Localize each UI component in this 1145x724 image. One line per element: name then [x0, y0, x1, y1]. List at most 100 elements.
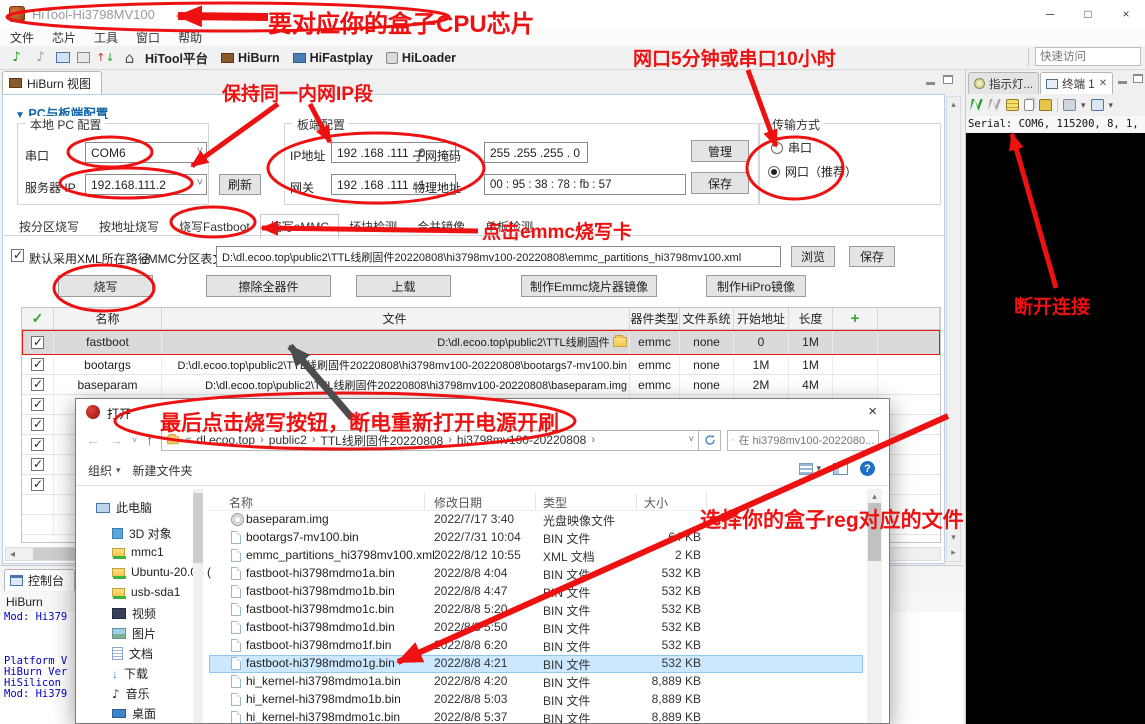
tree-item-music[interactable]: ♪音乐: [112, 685, 150, 702]
menu-chip[interactable]: 芯片: [52, 29, 76, 46]
preview-pane-icon[interactable]: [833, 463, 848, 475]
mac-input[interactable]: 00 : 95 : 38 : 78 : fb : 57: [484, 174, 686, 195]
xml-save-button[interactable]: 保存: [849, 246, 895, 267]
browse-button[interactable]: 浏览: [791, 246, 835, 267]
row-checkbox[interactable]: [31, 336, 44, 349]
toolbar-link-hiburn[interactable]: HiBurn: [221, 51, 280, 65]
col-name[interactable]: 名称: [54, 308, 162, 329]
file-row[interactable]: fastboot-hi3798mdmo1f.bin2022/8/8 6:20BI…: [209, 637, 863, 655]
scroll-corner-icon[interactable]: ▸: [947, 547, 960, 558]
breadcrumb-item[interactable]: TTL线刷固件20220808: [320, 432, 443, 449]
make-hipro-image-button[interactable]: 制作HiPro镜像: [706, 275, 806, 297]
disconnect-icon[interactable]: ♪: [32, 49, 49, 66]
file-row[interactable]: hi_kernel-hi3798mdmo1a.bin2022/8/8 4:20B…: [209, 673, 863, 691]
menu-file[interactable]: 文件: [10, 29, 34, 46]
toolbar-link-hitool[interactable]: HiTool平台: [145, 48, 208, 67]
erase-all-button[interactable]: 擦除全器件: [206, 275, 331, 297]
upload-button[interactable]: 上载: [356, 275, 451, 297]
toolbar-link-hiloader[interactable]: HiLoader: [386, 51, 456, 65]
check-all-icon[interactable]: ✓: [32, 310, 44, 327]
table-row-baseparam[interactable]: baseparam D:\dl.ecoo.top\public2\TTL线刷固件…: [22, 375, 940, 395]
tree-item-pictures[interactable]: 图片: [112, 625, 156, 642]
terminal-clear-icon[interactable]: [1006, 99, 1019, 111]
dialog-close-icon[interactable]: ×: [868, 403, 877, 420]
row-checkbox[interactable]: [31, 398, 44, 411]
toolbar-link-hifastplay[interactable]: HiFastplay: [293, 51, 373, 65]
serial-port-combo[interactable]: COM6: [85, 142, 207, 163]
row-checkbox[interactable]: [31, 358, 44, 371]
server-ip-combo[interactable]: 192.168.111.2: [85, 174, 207, 195]
tree-item-desktop[interactable]: 桌面: [112, 705, 156, 722]
scroll-lock-icon[interactable]: [1063, 99, 1076, 111]
tree-item-videos[interactable]: 视频: [112, 605, 156, 622]
table-row-bootargs[interactable]: bootargs D:\dl.ecoo.top\public2\TTL线刷固件2…: [22, 355, 940, 375]
file-row[interactable]: fastboot-hi3798mdmo1d.bin2022/8/8 5:50BI…: [209, 619, 863, 637]
panel-minimize-icon[interactable]: [1118, 81, 1127, 84]
organize-button[interactable]: 组织▾: [88, 462, 121, 479]
scroll-left-icon[interactable]: ◂: [6, 549, 19, 560]
radio-serial[interactable]: 串口: [771, 139, 812, 156]
burn-button[interactable]: 烧写: [58, 275, 153, 297]
make-emmc-image-button[interactable]: 制作Emmc烧片器镜像: [521, 275, 657, 297]
tab-terminal-1[interactable]: 终端 1 ✕: [1040, 72, 1113, 94]
terminal-disconnect-icon[interactable]: [988, 99, 1001, 111]
home-icon[interactable]: ⌂: [121, 49, 138, 66]
new-folder-button[interactable]: 新建文件夹: [133, 462, 193, 479]
window-icon[interactable]: [77, 52, 90, 63]
monitor-icon[interactable]: [56, 52, 70, 63]
file-browse-icon[interactable]: [613, 337, 627, 347]
row-checkbox[interactable]: [31, 378, 44, 391]
editor-minimize-icon[interactable]: [926, 82, 935, 85]
netmask-input[interactable]: 255 .255 .255 . 0: [484, 142, 588, 163]
menu-tools[interactable]: 工具: [94, 29, 118, 46]
forward-icon[interactable]: →: [109, 432, 123, 448]
quick-access-input[interactable]: [1035, 47, 1141, 66]
tab-console[interactable]: 控制台: [4, 569, 75, 591]
panel-maximize-icon[interactable]: [1133, 74, 1143, 83]
search-input[interactable]: 在 hi3798mv100-2022080...: [727, 430, 879, 451]
close-tab-icon[interactable]: ✕: [1099, 78, 1107, 89]
file-row[interactable]: hi_kernel-hi3798mdmo1c.bin2022/8/8 5:37B…: [209, 709, 863, 724]
scroll-up-icon[interactable]: ▴: [867, 489, 882, 502]
chevron-down-icon[interactable]: ▾: [1109, 100, 1114, 111]
new-terminal-icon[interactable]: [1091, 99, 1104, 111]
tree-item-3d-objects[interactable]: 3D 对象: [112, 525, 172, 542]
chevron-down-icon[interactable]: ▾: [816, 463, 821, 474]
col-name[interactable]: 名称: [229, 494, 253, 511]
maximize-button[interactable]: □: [1069, 0, 1107, 28]
radio-network[interactable]: 网口（推荐）: [768, 163, 857, 180]
col-start-addr[interactable]: 开始地址: [734, 308, 789, 329]
file-row-selected[interactable]: fastboot-hi3798mdmo1g.bin2022/8/8 4:21BI…: [209, 655, 863, 673]
terminal-connect-icon[interactable]: [970, 99, 983, 111]
row-checkbox[interactable]: [31, 478, 44, 491]
file-row[interactable]: fastboot-hi3798mdmo1c.bin2022/8/8 5:20BI…: [209, 601, 863, 619]
terminal-screen[interactable]: [966, 133, 1145, 724]
breadcrumb-item[interactable]: hi3798mv100-20220808: [457, 433, 586, 447]
file-row[interactable]: hi_kernel-hi3798mdmo1b.bin2022/8/8 5:03B…: [209, 691, 863, 709]
xml-path-checkbox[interactable]: [11, 249, 24, 262]
scroll-down-icon[interactable]: ▾: [947, 532, 960, 543]
row-checkbox[interactable]: [31, 418, 44, 431]
file-list-scrollbar[interactable]: ▴: [867, 489, 882, 724]
tree-scrollbar[interactable]: [193, 489, 203, 724]
back-icon[interactable]: ←: [86, 432, 100, 448]
manage-button[interactable]: 管理: [691, 140, 749, 162]
tree-item-downloads[interactable]: ↓下载: [112, 665, 148, 682]
table-row-fastboot[interactable]: fastboot D:\dl.ecoo.top\public2\TTL线刷固件 …: [22, 330, 940, 355]
file-row[interactable]: baseparam.img2022/7/17 3:40光盘映像文件: [209, 511, 863, 529]
file-row[interactable]: emmc_partitions_hi3798mv100.xml2022/8/12…: [209, 547, 863, 565]
connect-icon[interactable]: ♪: [8, 49, 25, 66]
tree-item-usb-sda1[interactable]: usb-sda1: [112, 585, 180, 599]
col-length[interactable]: 长度: [789, 308, 833, 329]
file-row[interactable]: fastboot-hi3798mdmo1a.bin2022/8/8 4:04BI…: [209, 565, 863, 583]
scroll-up-icon[interactable]: ▴: [947, 97, 960, 110]
lock-icon[interactable]: [1039, 99, 1052, 111]
tree-item-mmc1[interactable]: mmc1: [112, 545, 164, 559]
up-icon[interactable]: ↑: [146, 432, 153, 448]
vertical-scrollbar[interactable]: ▴ ▾ ▸: [946, 96, 961, 562]
partition-table-path-input[interactable]: D:\dl.ecoo.top\public2\TTL线刷固件20220808\h…: [216, 246, 781, 267]
tree-item-documents[interactable]: 文档: [112, 645, 153, 662]
row-checkbox[interactable]: [31, 458, 44, 471]
file-row[interactable]: bootargs7-mv100.bin2022/7/31 10:04BIN 文件…: [209, 529, 863, 547]
row-checkbox[interactable]: [31, 438, 44, 451]
